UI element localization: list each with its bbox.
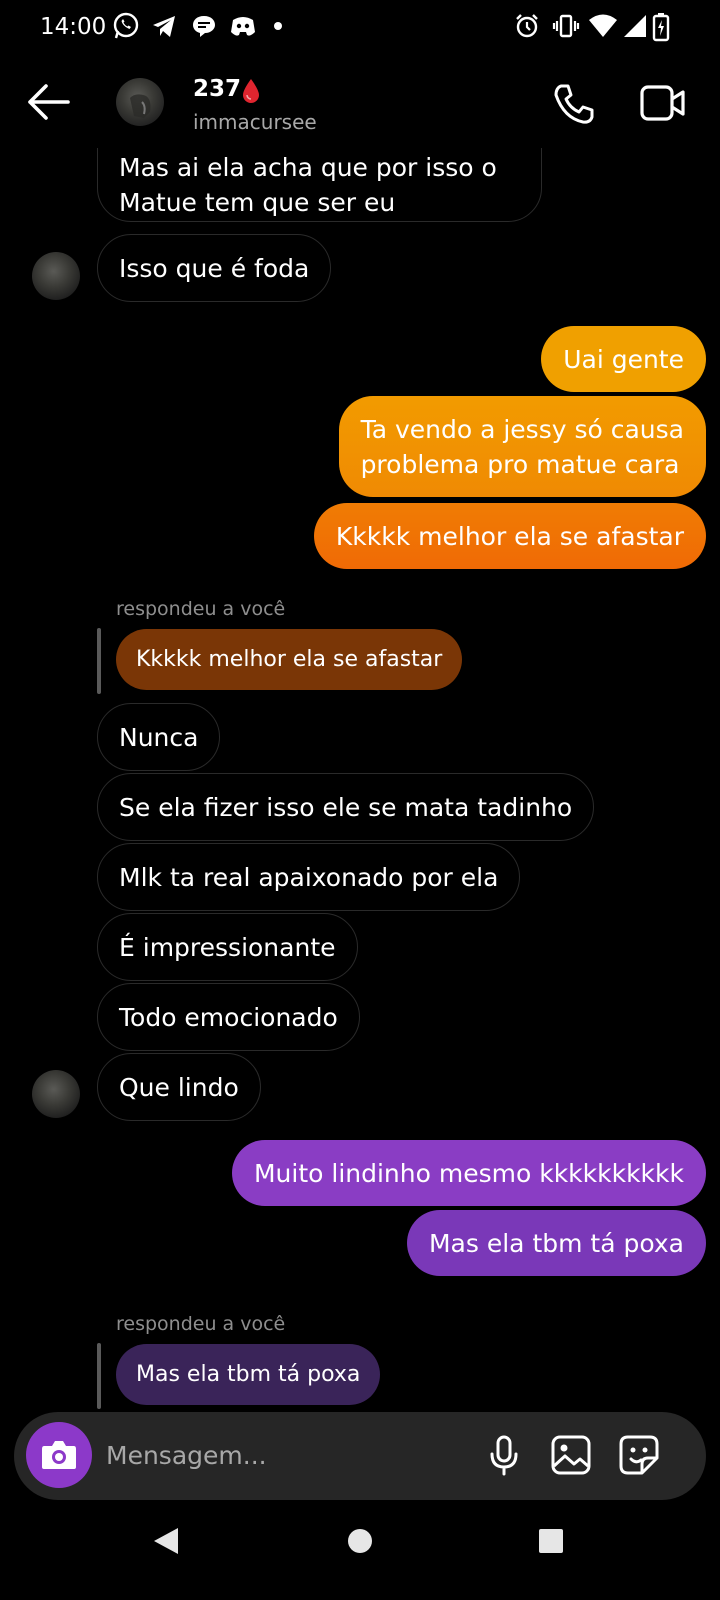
incoming-message[interactable]: Mas ai ela acha que por isso o Matue tem… (97, 148, 542, 222)
outgoing-message[interactable]: Muito lindinho mesmo kkkkkkkkkk (231, 1140, 706, 1206)
message-text: Mas ela tbm tá poxa (428, 1229, 684, 1258)
quoted-message[interactable]: Kkkkk melhor ela se afastar (116, 629, 463, 690)
battery-icon (652, 13, 670, 42)
contact-name[interactable]: 237 (193, 76, 241, 102)
message-text: Nunca (119, 723, 199, 752)
message-text: É impressionante (119, 933, 336, 962)
wifi-icon (589, 14, 617, 37)
outgoing-message[interactable]: Uai gente (541, 326, 706, 392)
message-text: Mas ai ela acha que por isso o (119, 153, 497, 182)
quoted-message[interactable]: Mas ela tbm tá poxa (116, 1344, 381, 1405)
reply-indicator (97, 628, 101, 694)
message-text: Se ela fizer isso ele se mata tadinho (119, 793, 573, 822)
nav-back-icon[interactable] (152, 1526, 180, 1556)
incoming-message[interactable]: Isso que é foda (97, 234, 332, 302)
chat-header: 237 immacursee (0, 56, 720, 148)
message-text: Todo emocionado (119, 1003, 338, 1032)
outgoing-message[interactable]: Kkkkk melhor ela se afastar (313, 503, 706, 569)
nav-home-icon[interactable] (347, 1528, 373, 1554)
signal-icon (624, 15, 646, 37)
nav-recents-icon[interactable] (538, 1528, 564, 1554)
message-text: Muito lindinho mesmo kkkkkkkkkk (253, 1159, 684, 1188)
camera-button[interactable] (26, 1422, 92, 1488)
system-nav-bar (0, 1500, 720, 1600)
incoming-message[interactable]: É impressionante (97, 913, 358, 981)
microphone-icon[interactable] (486, 1434, 522, 1478)
outgoing-message[interactable]: Mas ela tbm tá poxa (406, 1210, 706, 1276)
message-thread[interactable]: Mas ai ela acha que por isso o Matue tem… (0, 148, 720, 1410)
chat-bubble-icon (193, 16, 215, 37)
incoming-message[interactable]: Nunca (97, 703, 221, 771)
incoming-message[interactable]: Mlk ta real apaixonado por ela (97, 843, 521, 911)
message-text: Matue tem que ser eu (119, 188, 396, 217)
message-input[interactable]: Mensagem... (106, 1441, 267, 1470)
telegram-icon (153, 16, 175, 37)
back-arrow-icon[interactable] (26, 82, 72, 122)
incoming-message[interactable]: Que lindo (97, 1053, 261, 1121)
contact-username[interactable]: immacursee (193, 110, 317, 134)
message-text: Uai gente (563, 345, 684, 374)
incoming-message[interactable]: Se ela fizer isso ele se mata tadinho (97, 773, 595, 841)
phone-icon[interactable] (552, 82, 596, 126)
contact-avatar[interactable] (116, 78, 164, 126)
reply-label: respondeu a você (116, 1313, 286, 1335)
alarm-icon (516, 14, 538, 38)
message-composer: Mensagem... (14, 1412, 706, 1500)
sender-avatar[interactable] (32, 1070, 80, 1118)
reply-label: respondeu a você (116, 598, 286, 620)
discord-icon (231, 17, 255, 36)
sender-avatar[interactable] (32, 252, 80, 300)
message-text: Ta vendo a jessy só causa (360, 415, 684, 444)
whatsapp-icon (113, 12, 139, 39)
status-time: 14:00 (40, 14, 107, 40)
message-text: Kkkkk melhor ela se afastar (335, 522, 684, 551)
vibrate-icon (552, 14, 580, 38)
gallery-icon[interactable] (550, 1434, 592, 1476)
notification-dot-icon (274, 22, 282, 30)
status-bar: 14:00 (0, 0, 720, 56)
message-text: problema pro matue cara (360, 450, 680, 479)
sticker-icon[interactable] (618, 1434, 660, 1476)
message-text: Isso que é foda (119, 254, 310, 283)
camera-icon (42, 1441, 76, 1469)
message-text: Mlk ta real apaixonado por ela (119, 863, 499, 892)
incoming-message[interactable]: Todo emocionado (97, 983, 360, 1051)
outgoing-message[interactable]: Ta vendo a jessy só causa problema pro m… (338, 396, 706, 497)
message-text: Que lindo (119, 1073, 239, 1102)
reply-indicator (97, 1343, 101, 1409)
blood-drop-icon (243, 79, 259, 103)
video-icon[interactable] (640, 84, 686, 122)
